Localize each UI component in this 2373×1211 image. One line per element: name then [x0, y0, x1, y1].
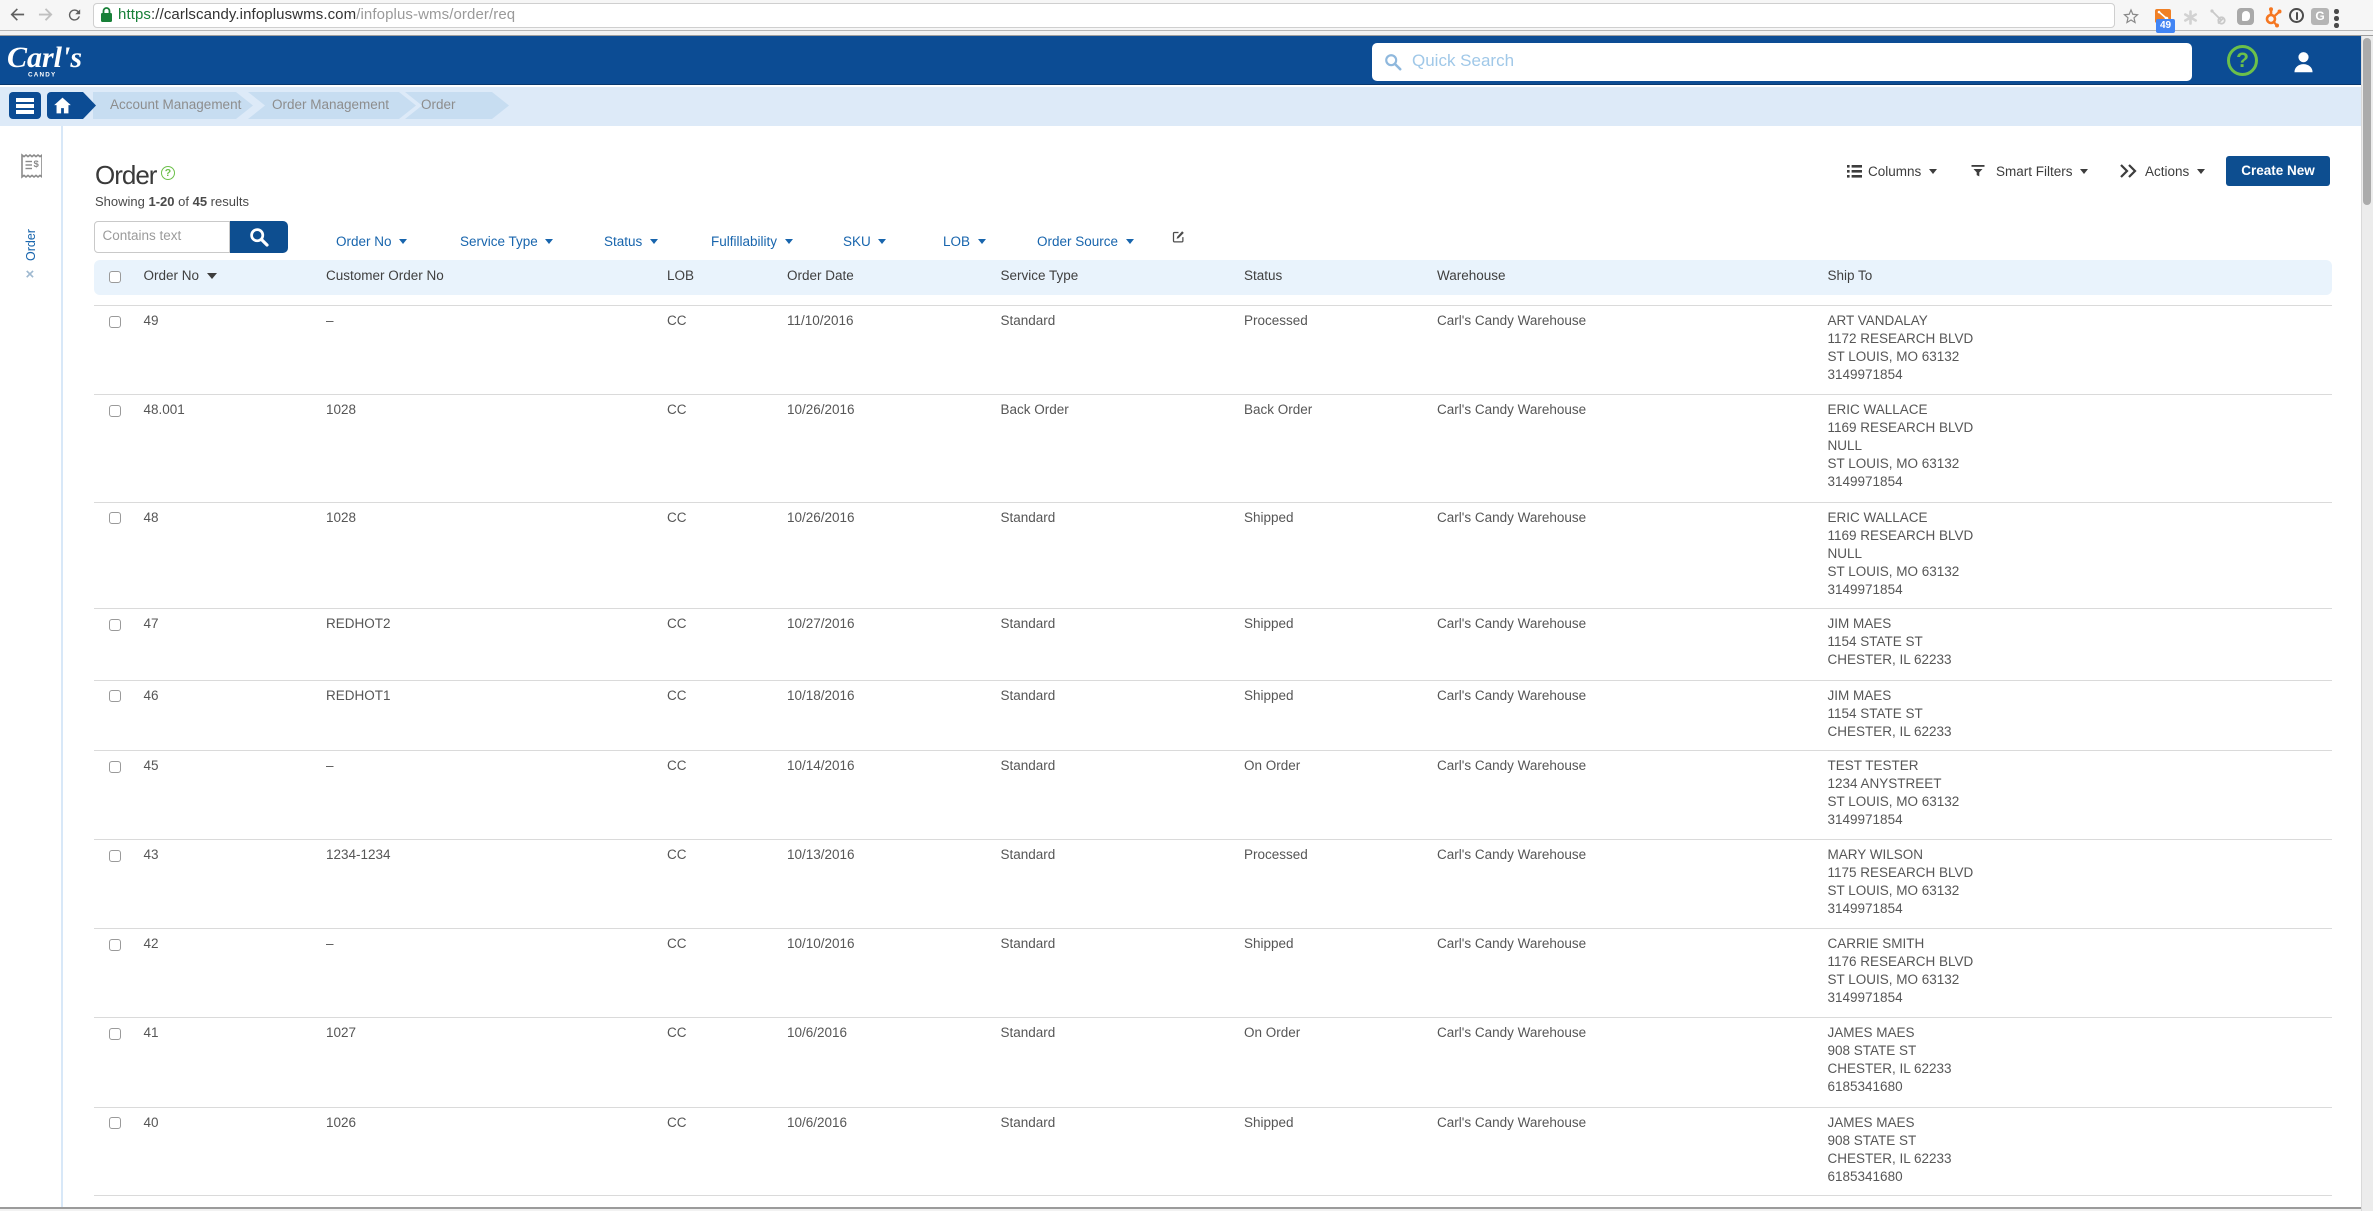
svg-text:Carl's: Carl's — [7, 41, 82, 74]
svg-text:CANDY: CANDY — [28, 72, 56, 79]
svg-text:$: $ — [34, 159, 40, 170]
